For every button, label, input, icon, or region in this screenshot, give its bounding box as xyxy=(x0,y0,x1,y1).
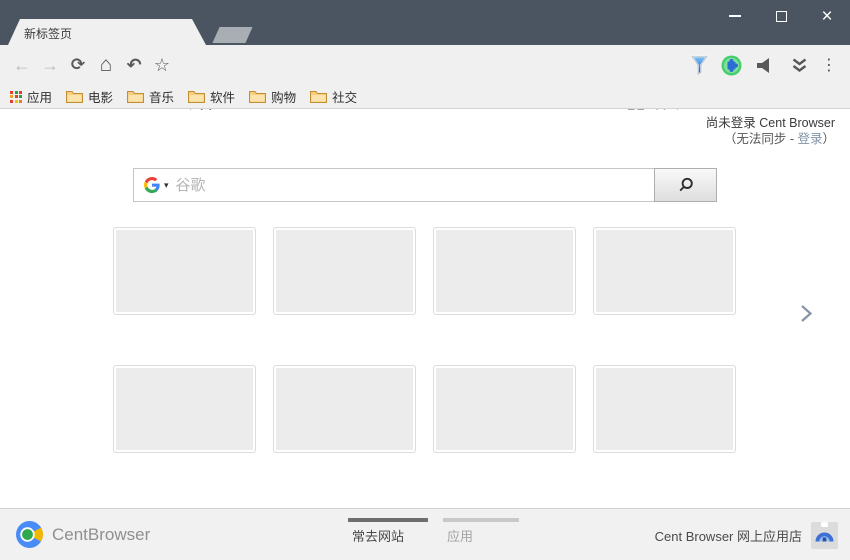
search-button[interactable] xyxy=(654,168,717,202)
bookmark-star-icon[interactable]: ☆ xyxy=(148,55,176,76)
bookmark-apps[interactable]: 应用 xyxy=(10,87,52,106)
bookmark-folder-shopping[interactable]: 购物 xyxy=(249,87,296,106)
next-page-arrow-icon[interactable] xyxy=(800,304,813,323)
signin-status: 尚未登录 Cent Browser （无法同步 - 登录） xyxy=(706,115,835,147)
web-store-icon xyxy=(811,522,838,549)
engine-dropdown-caret-icon[interactable]: ▾ xyxy=(164,180,169,191)
double-chevron-down-icon[interactable] xyxy=(788,45,810,85)
bookmark-folder-software[interactable]: 软件 xyxy=(188,87,235,106)
folder-icon xyxy=(66,91,84,103)
toolbar: ← → ⟳ ⌂ ↶ ☆ ☆ xyxy=(0,45,850,125)
site-tile[interactable] xyxy=(113,365,256,453)
new-tab-page: 尚未登录 Cent Browser （无法同步 - 登录） ▾ xyxy=(0,110,850,508)
folder-icon xyxy=(310,91,328,103)
tab-title: 新标签页 xyxy=(24,27,73,41)
puzzle-extension-icon[interactable] xyxy=(719,45,743,85)
site-tile[interactable] xyxy=(593,365,736,453)
undo-icon[interactable]: ↶ xyxy=(120,55,148,76)
window-controls: × xyxy=(712,0,850,32)
footer-tabs: 常去网站 应用 xyxy=(348,518,519,545)
bookmark-label: 软件 xyxy=(210,91,236,105)
google-logo-icon[interactable] xyxy=(144,177,160,193)
back-icon[interactable]: ← xyxy=(8,55,36,76)
site-tile[interactable] xyxy=(593,227,736,315)
bookmark-folder-social[interactable]: 社交 xyxy=(310,87,357,106)
search-box[interactable]: ▾ xyxy=(133,168,655,202)
close-button[interactable]: × xyxy=(804,0,850,32)
bookmark-label: 音乐 xyxy=(149,91,175,105)
refresh-icon[interactable]: ⟳ xyxy=(64,55,92,75)
tab-new-tab-page[interactable]: 新标签页 xyxy=(8,19,206,45)
site-tile[interactable] xyxy=(433,227,576,315)
bookmarks-bar: 应用 电影 音乐 软件 购物 社交 xyxy=(0,85,850,109)
bookmark-label: 电影 xyxy=(88,91,114,105)
footer-bar: CentBrowser 常去网站 应用 Cent Browser 网上应用店 xyxy=(0,508,850,560)
signin-line2: （无法同步 - 登录） xyxy=(723,132,835,146)
bookmark-label: 应用 xyxy=(27,91,53,105)
forward-icon[interactable]: → xyxy=(36,55,64,76)
tab-frequent-sites[interactable]: 常去网站 xyxy=(348,518,428,545)
folder-icon xyxy=(127,91,145,103)
speaker-mute-icon[interactable] xyxy=(754,45,776,85)
new-tab-button[interactable] xyxy=(212,27,253,43)
bookmark-folder-music[interactable]: 音乐 xyxy=(127,87,174,106)
folder-icon xyxy=(249,91,267,103)
maximize-icon xyxy=(775,10,787,22)
web-store-link[interactable]: Cent Browser 网上应用店 xyxy=(655,521,838,549)
tab-apps[interactable]: 应用 xyxy=(443,518,519,545)
active-tab-indicator xyxy=(348,518,428,522)
site-tile[interactable] xyxy=(273,227,416,315)
site-tile[interactable] xyxy=(433,365,576,453)
home-icon[interactable]: ⌂ xyxy=(92,53,120,77)
signin-link[interactable]: 登录 xyxy=(797,132,822,146)
most-visited-grid xyxy=(113,227,736,453)
bookmark-folder-movies[interactable]: 电影 xyxy=(66,87,113,106)
search-area: ▾ xyxy=(133,168,717,202)
web-store-label: Cent Browser 网上应用店 xyxy=(654,528,802,544)
site-tile[interactable] xyxy=(273,365,416,453)
folder-icon xyxy=(188,91,206,103)
menu-dots-icon[interactable]: ⋮ xyxy=(818,45,840,85)
inactive-tab-indicator xyxy=(443,518,519,522)
signin-line1: 尚未登录 Cent Browser xyxy=(705,116,835,130)
minimize-icon xyxy=(729,15,741,17)
titlebar: 新标签页 × xyxy=(0,0,850,45)
minimize-button[interactable] xyxy=(712,0,758,32)
search-input[interactable] xyxy=(175,176,654,194)
brand: CentBrowser xyxy=(16,521,150,548)
centbrowser-logo-icon xyxy=(16,521,43,548)
close-icon: × xyxy=(821,5,833,27)
magnifier-icon xyxy=(679,177,693,192)
site-tile[interactable] xyxy=(113,227,256,315)
bookmark-label: 购物 xyxy=(271,91,297,105)
bookmark-label: 社交 xyxy=(332,91,358,105)
maximize-button[interactable] xyxy=(758,0,804,32)
nav-icons: ← → ⟳ ⌂ ↶ ☆ xyxy=(8,45,176,85)
funnel-extension-icon[interactable] xyxy=(688,45,710,85)
apps-grid-icon xyxy=(10,90,22,103)
brand-name: CentBrowser xyxy=(52,524,151,544)
